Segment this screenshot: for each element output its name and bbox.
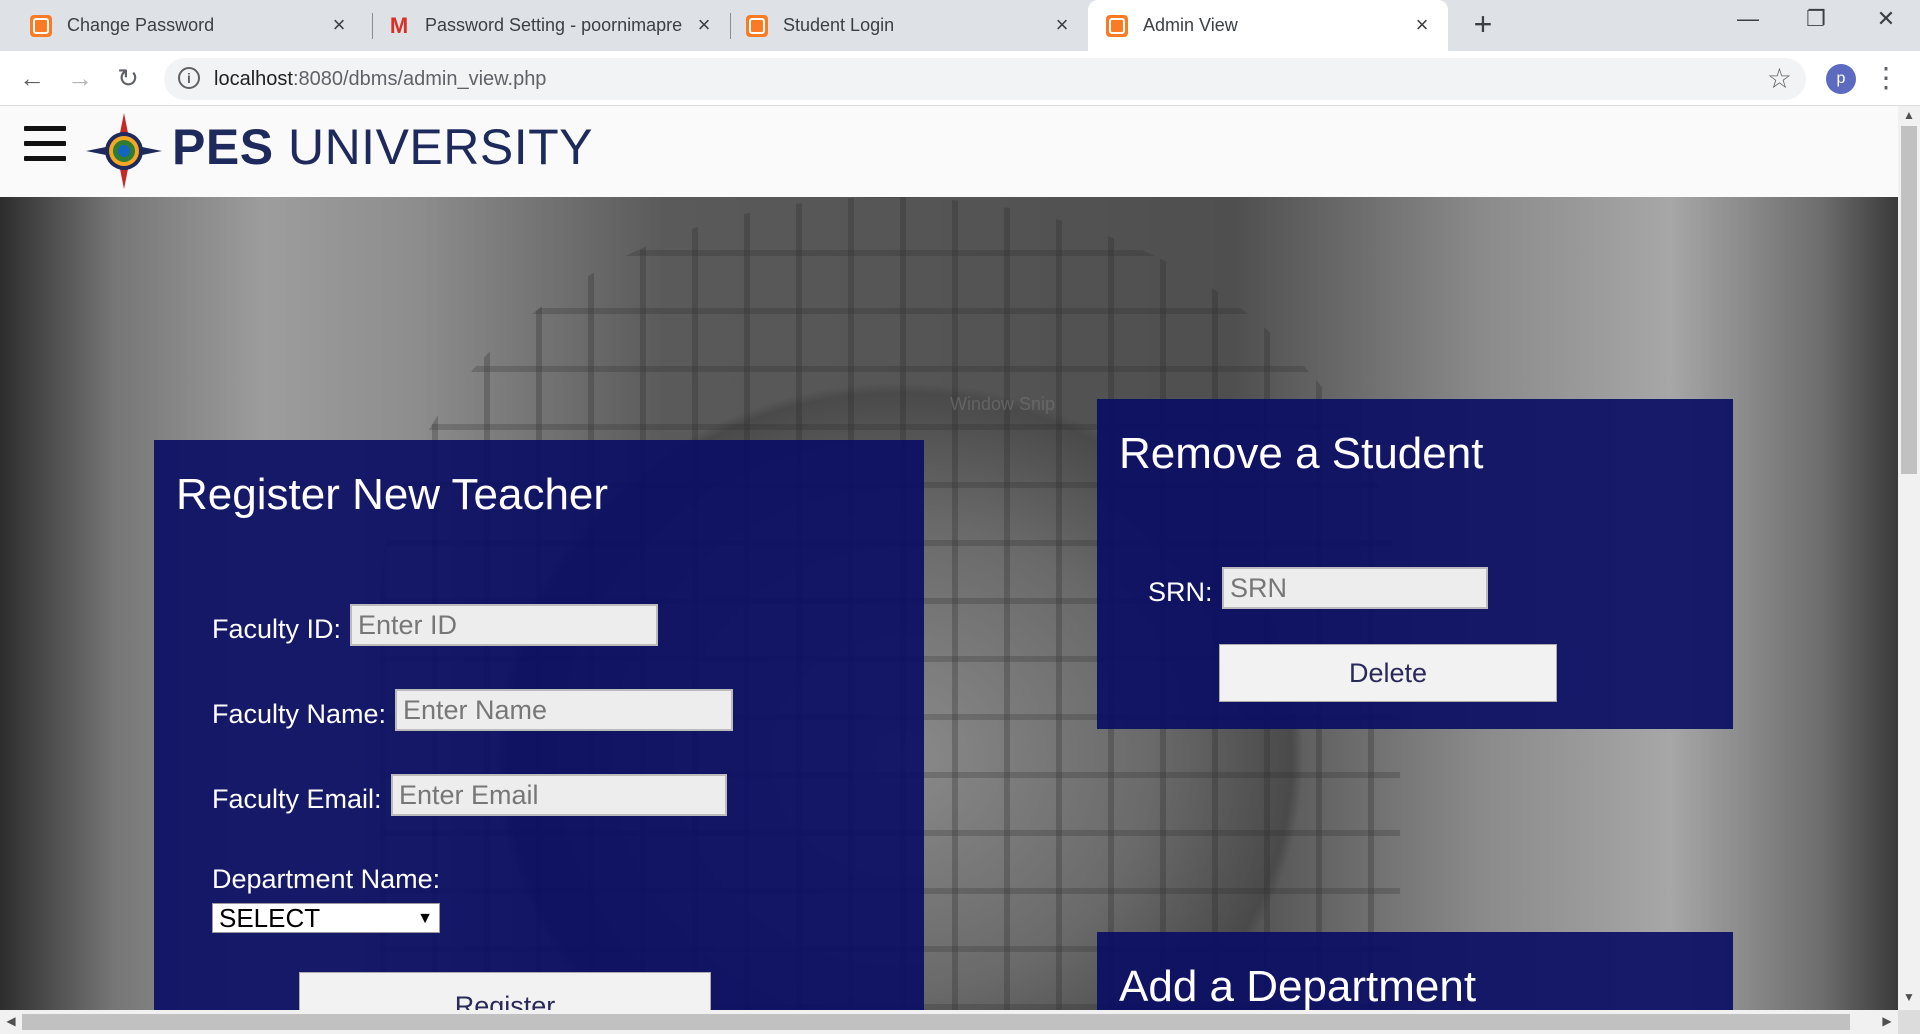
faculty-name-input[interactable] — [395, 689, 733, 731]
department-select[interactable]: SELECT ▼ — [212, 903, 440, 933]
horizontal-scroll-thumb[interactable] — [22, 1014, 1850, 1030]
tab-password-setting[interactable]: M Password Setting - poornimapre × — [372, 0, 730, 51]
university-name: PES UNIVERSITY — [172, 118, 593, 176]
close-icon[interactable]: × — [692, 13, 716, 37]
page-viewport: Window Snip PES UNIVERSITY Register New … — [0, 106, 1898, 1010]
pes-logo-icon — [86, 113, 162, 189]
scroll-left-arrow-icon[interactable]: ◀ — [2, 1014, 20, 1028]
tab-title: Password Setting - poornimapre — [425, 15, 683, 35]
department-name-label: Department Name: — [212, 864, 441, 894]
remove-student-heading: Remove a Student — [1119, 429, 1484, 478]
srn-input[interactable] — [1222, 567, 1488, 609]
scroll-right-arrow-icon[interactable]: ▶ — [1878, 1014, 1896, 1028]
vertical-scrollbar[interactable]: ▲ ▼ — [1898, 106, 1920, 1010]
delete-button[interactable]: Delete — [1219, 644, 1557, 702]
new-tab-button[interactable]: + — [1468, 8, 1498, 40]
close-icon[interactable]: × — [327, 13, 351, 37]
xampp-icon — [1106, 14, 1128, 37]
minimize-button[interactable]: — — [1728, 6, 1768, 36]
url-host: localhost — [214, 68, 293, 90]
browser-toolbar: ← → ↻ i localhost:8080/dbms/admin_view.p… — [0, 51, 1920, 106]
profile-avatar[interactable]: p — [1826, 64, 1856, 94]
tab-title: Change Password — [67, 15, 215, 35]
reload-button[interactable]: ↻ — [110, 61, 146, 97]
faculty-email-label: Faculty Email: — [212, 784, 382, 814]
url-text[interactable]: localhost:8080/dbms/admin_view.php — [214, 68, 546, 91]
site-header: PES UNIVERSITY — [0, 106, 1898, 197]
register-button[interactable]: Register — [299, 972, 711, 1010]
faculty-email-input[interactable] — [391, 774, 727, 816]
faculty-name-label: Faculty Name: — [212, 699, 387, 729]
department-select-value: SELECT — [219, 903, 321, 933]
remove-student-panel: Remove a Student SRN: Delete — [1097, 399, 1733, 729]
hamburger-menu-icon[interactable] — [24, 126, 66, 166]
back-button[interactable]: ← — [14, 61, 50, 97]
address-bar[interactable]: i localhost:8080/dbms/admin_view.php ☆ — [164, 58, 1806, 100]
close-icon[interactable]: × — [1410, 13, 1434, 37]
browser-menu-icon[interactable]: ⋮ — [1872, 61, 1900, 97]
register-teacher-panel: Register New Teacher Faculty ID: Faculty… — [154, 440, 924, 1010]
close-window-button[interactable]: ✕ — [1866, 6, 1906, 36]
faculty-id-label: Faculty ID: — [212, 614, 342, 644]
brand-bold: PES — [172, 119, 274, 175]
xampp-icon — [30, 14, 52, 37]
srn-label: SRN: — [1148, 577, 1213, 607]
restore-button[interactable]: ❐ — [1796, 6, 1836, 36]
info-icon[interactable]: i — [178, 67, 200, 89]
vertical-scroll-thumb[interactable] — [1901, 126, 1917, 474]
scrollbar-corner — [1898, 1010, 1920, 1034]
tab-change-password[interactable]: Change Password × — [0, 0, 365, 51]
url-path: :8080/dbms/admin_view.php — [292, 68, 547, 90]
tab-admin-view[interactable]: Admin View × — [1088, 0, 1448, 51]
tab-title: Admin View — [1143, 15, 1238, 35]
brand-rest: UNIVERSITY — [287, 119, 594, 175]
tab-title: Student Login — [783, 15, 895, 35]
close-icon[interactable]: × — [1050, 13, 1074, 37]
horizontal-scrollbar[interactable]: ◀ ▶ — [0, 1010, 1898, 1034]
register-teacher-heading: Register New Teacher — [176, 470, 609, 519]
scroll-up-arrow-icon[interactable]: ▲ — [1898, 108, 1920, 126]
add-department-heading: Add a Department — [1119, 962, 1477, 1010]
tab-student-login[interactable]: Student Login × — [730, 0, 1088, 51]
window-snip-watermark: Window Snip — [950, 394, 1056, 414]
gmail-icon: M — [389, 12, 409, 38]
bookmark-star-icon[interactable]: ☆ — [1767, 62, 1792, 95]
forward-button[interactable]: → — [62, 61, 98, 97]
faculty-id-input[interactable] — [350, 604, 658, 646]
chevron-down-icon: ▼ — [417, 910, 433, 927]
scroll-down-arrow-icon[interactable]: ▼ — [1898, 990, 1920, 1008]
add-department-panel: Add a Department — [1097, 932, 1733, 1010]
xampp-icon — [746, 14, 768, 37]
tab-strip: Change Password × M Password Setting - p… — [0, 0, 1920, 51]
